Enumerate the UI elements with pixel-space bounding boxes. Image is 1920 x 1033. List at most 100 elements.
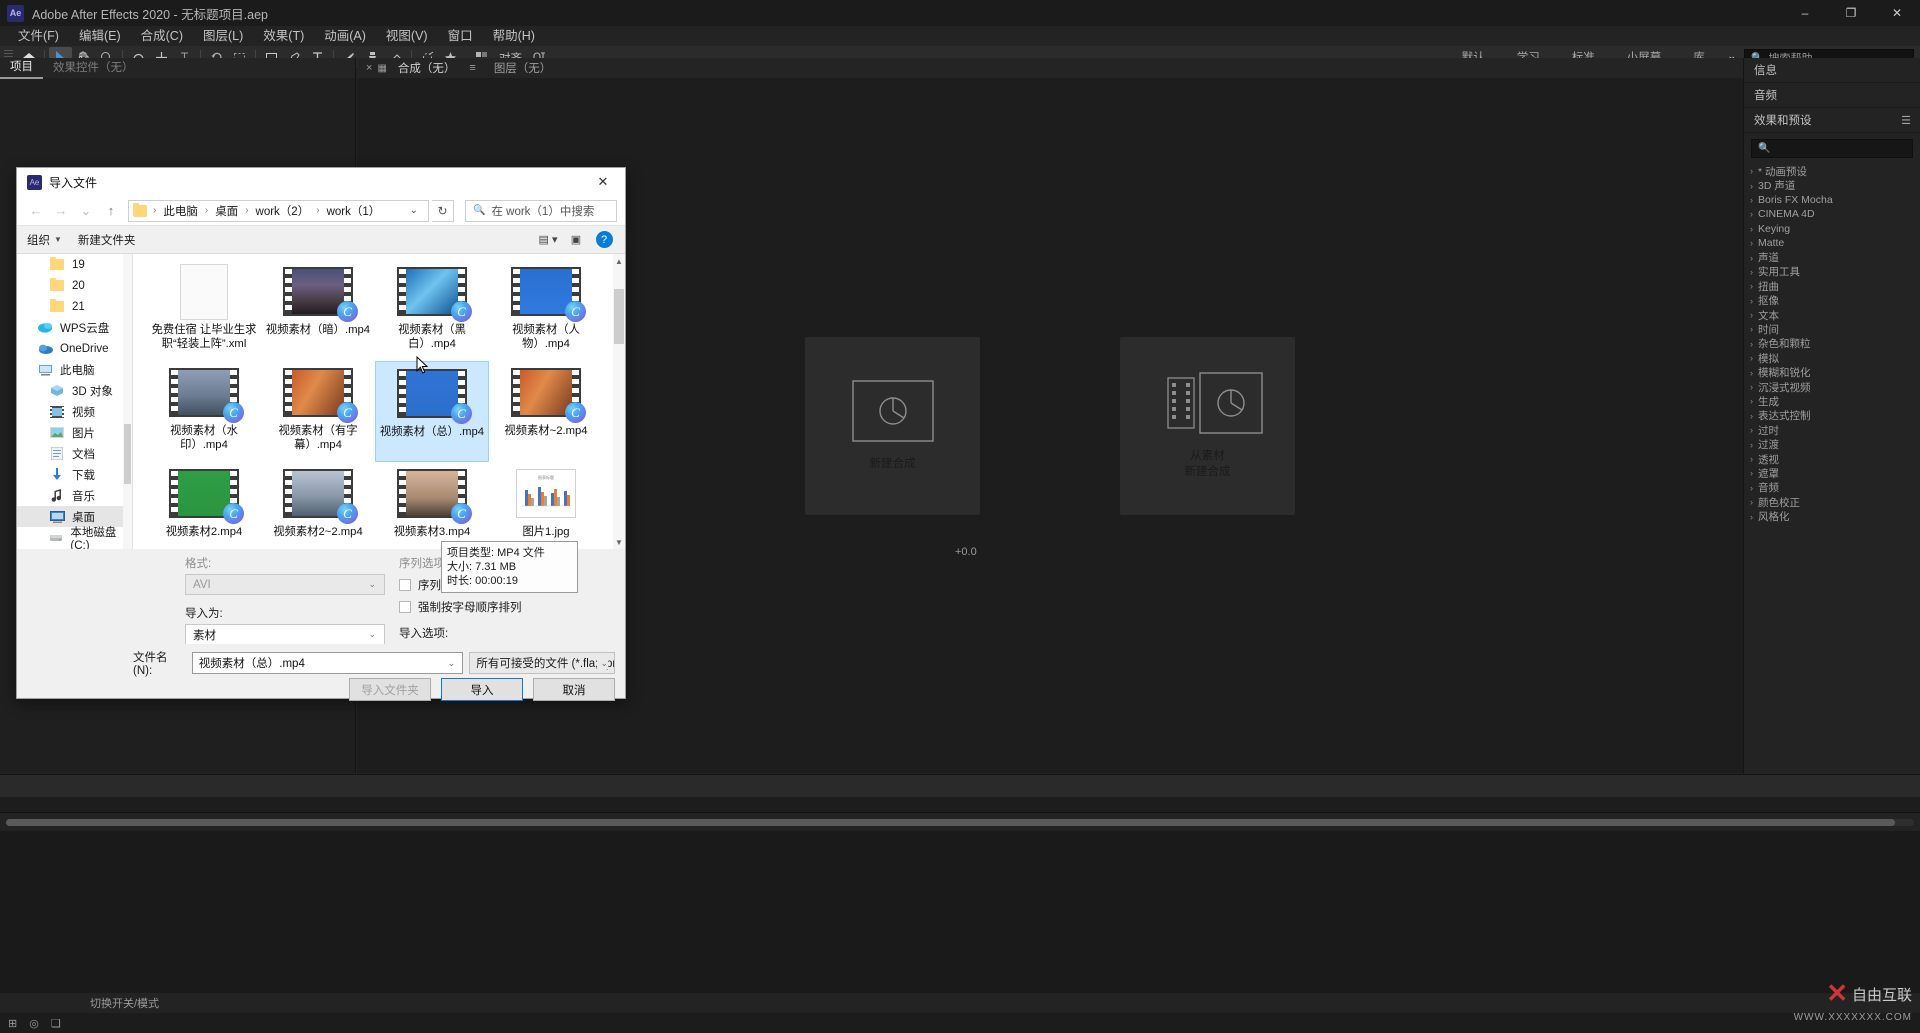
file-item[interactable]: C 视频素材（黑白）.mp4 <box>375 260 489 361</box>
breadcrumb-desktop[interactable]: 桌面 <box>212 203 241 219</box>
effects-panel-menu-icon[interactable]: ☰ <box>1901 114 1911 127</box>
effects-category-row[interactable]: › 模拟 <box>1744 351 1920 365</box>
file-item[interactable]: 免费住宿 让毕业生求职“轻装上阵”.xml <box>147 260 261 361</box>
up-one-level-icon[interactable]: ↑ <box>100 200 122 222</box>
file-item[interactable]: C 视频素材2~2.mp4 <box>261 462 375 549</box>
windows-start-icon[interactable]: ⊞ <box>8 1017 17 1030</box>
forward-icon[interactable]: → <box>50 200 72 222</box>
tab-layer[interactable]: 图层（无） <box>484 60 562 76</box>
format-select[interactable]: AVI ⌄ <box>185 574 385 595</box>
effects-search-input[interactable]: 🔍 <box>1751 139 1913 158</box>
back-icon[interactable]: ← <box>25 200 47 222</box>
layer-switches-label[interactable]: 切换开关/模式 <box>90 995 159 1011</box>
chevron-down-icon[interactable]: ⌄ <box>404 205 424 216</box>
tab-project[interactable]: 项目 <box>0 57 43 79</box>
effects-category-row[interactable]: › CINEMA 4D <box>1744 207 1920 221</box>
chevron-down-icon[interactable]: ⌄ <box>597 657 608 669</box>
menu-animation[interactable]: 动画(A) <box>314 26 376 46</box>
filetype-select[interactable]: 所有可接受的文件 (*.fla;*.prpr ⌄ <box>469 652 615 674</box>
sidebar-item-11[interactable]: 音乐 <box>17 485 132 506</box>
effects-category-row[interactable]: › 杂色和颗粒 <box>1744 337 1920 351</box>
effects-category-row[interactable]: › 过时 <box>1744 423 1920 437</box>
help-icon[interactable]: ? <box>591 230 617 250</box>
sidebar-item-5[interactable]: 此电脑 <box>17 359 132 380</box>
effects-category-row[interactable]: › 风格化 <box>1744 509 1920 523</box>
file-item[interactable]: C 视频素材（水印）.mp4 <box>147 361 261 462</box>
menu-help[interactable]: 帮助(H) <box>483 26 545 46</box>
file-list-scrollbar[interactable]: ▲ ▼ <box>613 254 625 549</box>
maximize-button[interactable]: ❐ <box>1828 0 1874 26</box>
close-button[interactable]: ✕ <box>1874 0 1920 26</box>
scroll-down-icon[interactable]: ▼ <box>613 535 625 549</box>
breadcrumb[interactable]: › 此电脑 › 桌面 › work（2） › work（1） ⌄ <box>128 199 429 222</box>
effects-category-row[interactable]: › Matte <box>1744 236 1920 250</box>
force-alpha-order-row[interactable]: 强制按字母顺序排列 <box>399 599 619 615</box>
import-as-select[interactable]: 素材 ⌄ <box>185 624 385 645</box>
file-item[interactable]: C 视频素材~2.mp4 <box>489 361 603 462</box>
organize-button[interactable]: 组织 ▼ <box>27 232 62 248</box>
sidebar-item-1[interactable]: 20 <box>17 275 132 296</box>
sidebar-item-7[interactable]: 视频 <box>17 401 132 422</box>
effects-category-row[interactable]: › 遮罩 <box>1744 466 1920 480</box>
effects-category-row[interactable]: › 文本 <box>1744 308 1920 322</box>
effects-category-row[interactable]: › 实用工具 <box>1744 265 1920 279</box>
effects-category-row[interactable]: › * 动画预设 <box>1744 164 1920 178</box>
sidebar-item-13[interactable]: 本地磁盘 (C:) <box>17 527 132 549</box>
chevron-down-icon[interactable]: ⌄ <box>448 658 456 669</box>
breadcrumb-this-pc[interactable]: 此电脑 <box>160 203 201 219</box>
new-folder-button[interactable]: 新建文件夹 <box>78 232 136 248</box>
file-item[interactable]: C 视频素材（暗）.mp4 <box>261 260 375 361</box>
sidebar-item-10[interactable]: 下载 <box>17 464 132 485</box>
effects-category-row[interactable]: › 3D 声道 <box>1744 178 1920 192</box>
timeline-scrollbar[interactable] <box>6 819 1914 826</box>
timeline-ruler[interactable] <box>0 797 1920 813</box>
file-list[interactable]: 免费住宿 让毕业生求职“轻装上阵”.xml C 视频素材（暗）.mp4 C 视频素材（黑… <box>133 254 625 549</box>
sequence-unavailable-checkbox[interactable] <box>399 579 411 591</box>
sidebar-scrollbar[interactable] <box>123 254 132 549</box>
force-alpha-order-checkbox[interactable] <box>399 601 411 613</box>
sidebar-item-8[interactable]: 图片 <box>17 422 132 443</box>
effects-category-row[interactable]: › Keying <box>1744 222 1920 236</box>
menu-edit[interactable]: 编辑(E) <box>69 26 131 46</box>
menu-effect[interactable]: 效果(T) <box>253 26 314 46</box>
effects-category-row[interactable]: › 时间 <box>1744 322 1920 336</box>
menu-composition[interactable]: 合成(C) <box>131 26 193 46</box>
sidebar-item-3[interactable]: WPS云盘 <box>17 317 132 338</box>
panel-info[interactable]: 信息 <box>1744 58 1920 83</box>
effects-category-row[interactable]: › 生成 <box>1744 394 1920 408</box>
file-item[interactable]: C 视频素材（人物）.mp4 <box>489 260 603 361</box>
sidebar-item-9[interactable]: 文档 <box>17 443 132 464</box>
import-folder-button[interactable]: 导入文件夹 <box>349 678 431 701</box>
effects-category-row[interactable]: › 声道 <box>1744 250 1920 264</box>
panel-effects-and-presets[interactable]: 效果和预设 ☰ <box>1744 108 1920 133</box>
effects-category-row[interactable]: › 颜色校正 <box>1744 495 1920 509</box>
effects-category-row[interactable]: › 表达式控制 <box>1744 409 1920 423</box>
search-input[interactable]: 🔍 在 work（1）中搜索 <box>465 199 617 222</box>
composition-from-footage-card[interactable]: 从素材 新建合成 <box>1120 336 1295 515</box>
scroll-up-icon[interactable]: ▲ <box>613 254 625 268</box>
effects-category-row[interactable]: › 过渡 <box>1744 437 1920 451</box>
recent-locations-icon[interactable]: ⌄ <box>75 200 97 222</box>
comp-lock-icon[interactable]: ▦ <box>377 63 391 74</box>
preview-pane-icon[interactable]: ▣ <box>563 230 589 250</box>
effects-category-row[interactable]: › 抠像 <box>1744 294 1920 308</box>
taskview-icon[interactable]: ❑ <box>51 1017 61 1030</box>
import-button[interactable]: 导入 <box>441 678 523 701</box>
sidebar-item-6[interactable]: 3D 对象 <box>17 380 132 401</box>
sidebar-item-0[interactable]: 19 <box>17 254 132 275</box>
file-item[interactable]: C 视频素材（总）.mp4 <box>375 361 489 462</box>
menu-window[interactable]: 窗口 <box>438 26 483 46</box>
minimize-button[interactable]: – <box>1782 0 1828 26</box>
sidebar-item-4[interactable]: OneDrive <box>17 338 132 359</box>
effects-category-row[interactable]: › 沉浸式视频 <box>1744 380 1920 394</box>
effects-category-row[interactable]: › Boris FX Mocha <box>1744 193 1920 207</box>
cortana-icon[interactable]: ◎ <box>29 1017 39 1030</box>
file-item[interactable]: C 视频素材3.mp4 <box>375 462 489 549</box>
comp-panel-menu-icon[interactable]: ≡ <box>461 62 483 74</box>
comp-tab-close-icon[interactable]: × <box>361 62 377 74</box>
new-composition-card[interactable]: 新建合成 <box>805 336 980 515</box>
cancel-button[interactable]: 取消 <box>533 678 615 701</box>
sidebar-item-2[interactable]: 21 <box>17 296 132 317</box>
effects-category-row[interactable]: › 音频 <box>1744 481 1920 495</box>
effects-category-row[interactable]: › 模糊和锐化 <box>1744 365 1920 379</box>
